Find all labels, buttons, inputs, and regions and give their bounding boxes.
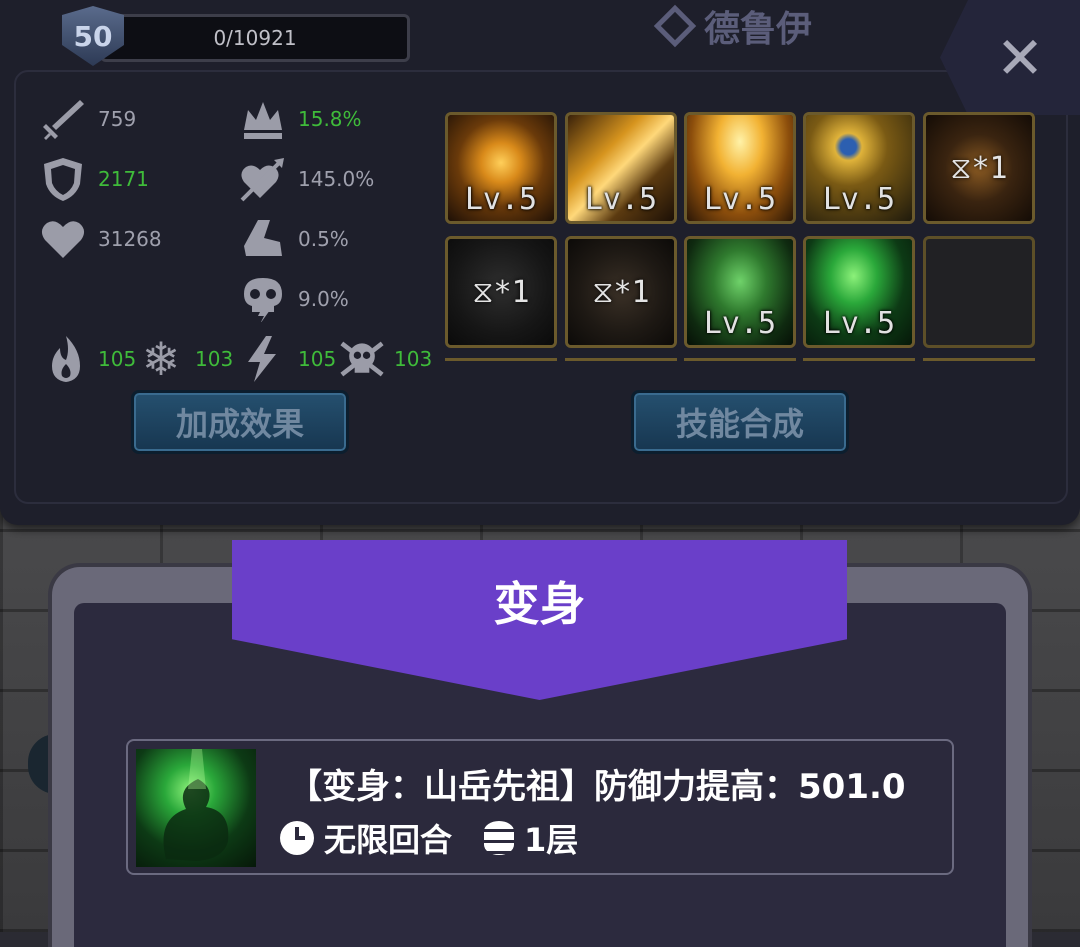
stat-armor-pierce: 9.0% xyxy=(240,276,349,322)
clock-icon xyxy=(280,821,314,855)
class-emblem-icon xyxy=(653,4,697,48)
close-button[interactable]: ✕ xyxy=(940,0,1080,115)
elemental-resistances: 105 ❄ 103 105 103 xyxy=(44,332,444,386)
bonus-effects-button[interactable]: 加成效果 xyxy=(131,390,349,454)
stat-health: 31268 xyxy=(40,216,162,262)
buff-description: 【变身：山岳先祖】防御力提高：501.0 xyxy=(288,767,906,807)
element-lightning: 105 xyxy=(240,334,336,384)
skill-row-edge xyxy=(923,358,1035,361)
skill-row-edge xyxy=(565,358,677,361)
close-icon: ✕ xyxy=(995,23,1045,92)
skill-slot-5[interactable]: ⧖*1 xyxy=(923,112,1035,224)
popup-title: 变身 xyxy=(493,577,586,631)
class-name: 德鲁伊 xyxy=(704,9,813,50)
element-ice: ❄ 103 xyxy=(139,332,233,386)
buff-meta: 无限回合 1层 xyxy=(280,815,578,861)
fire-icon xyxy=(44,334,88,384)
buff-duration: 无限回合 xyxy=(324,821,453,859)
skill-slot-2[interactable]: Lv.5 xyxy=(565,112,677,224)
skill-synthesis-button[interactable]: 技能合成 xyxy=(631,390,849,454)
shield-icon xyxy=(40,156,86,202)
skill-slot-3[interactable]: Lv.5 xyxy=(684,112,796,224)
stat-defense: 2171 xyxy=(40,156,149,202)
poison-skull-icon xyxy=(340,334,384,384)
element-poison: 103 xyxy=(340,334,432,384)
character-panel: 50 0/10921 德鲁伊 ✕ 759 2171 31268 15.8% 14… xyxy=(0,0,1080,525)
skill-slot-4[interactable]: Lv.5 xyxy=(803,112,915,224)
skill-slot-6[interactable]: ⧖*1 xyxy=(445,236,557,348)
xp-bar: 0/10921 xyxy=(100,14,410,62)
skill-slot-8[interactable]: Lv.5 xyxy=(684,236,796,348)
heart-arrow-icon xyxy=(240,156,286,202)
skill-slot-1[interactable]: Lv.5 xyxy=(445,112,557,224)
stack-coins-icon xyxy=(484,821,515,855)
heart-icon xyxy=(40,216,86,262)
stat-crit-damage: 145.0% xyxy=(240,156,374,202)
transform-buff-icon xyxy=(136,749,256,867)
skill-slot-7[interactable]: ⧖*1 xyxy=(565,236,677,348)
stat-attack: 759 xyxy=(40,96,136,142)
lightning-icon xyxy=(240,334,284,384)
skull-bolt-icon xyxy=(240,276,286,322)
skill-slot-10-empty[interactable] xyxy=(923,236,1035,348)
buff-entry: 【变身：山岳先祖】防御力提高：501.0 无限回合 1层 xyxy=(126,739,954,875)
boot-icon xyxy=(240,216,286,262)
stat-dodge: 0.5% xyxy=(240,216,349,262)
skill-slot-9[interactable]: Lv.5 xyxy=(803,236,915,348)
skill-row-edge xyxy=(445,358,557,361)
sword-icon xyxy=(40,96,86,142)
skill-row-edge xyxy=(803,358,915,361)
class-title: 德鲁伊 xyxy=(653,2,813,50)
skill-row-edge xyxy=(684,358,796,361)
element-fire: 105 xyxy=(44,334,136,384)
skill-grid: Lv.5 Lv.5 Lv.5 Lv.5 ⧖*1 ⧖*1 ⧖*1 Lv.5 Lv.… xyxy=(445,112,1040,362)
buff-stacks: 1层 xyxy=(524,821,579,859)
stat-crit-rate: 15.8% xyxy=(240,96,362,142)
snowflake-icon: ❄ xyxy=(141,332,181,386)
crown-icon xyxy=(240,96,286,142)
